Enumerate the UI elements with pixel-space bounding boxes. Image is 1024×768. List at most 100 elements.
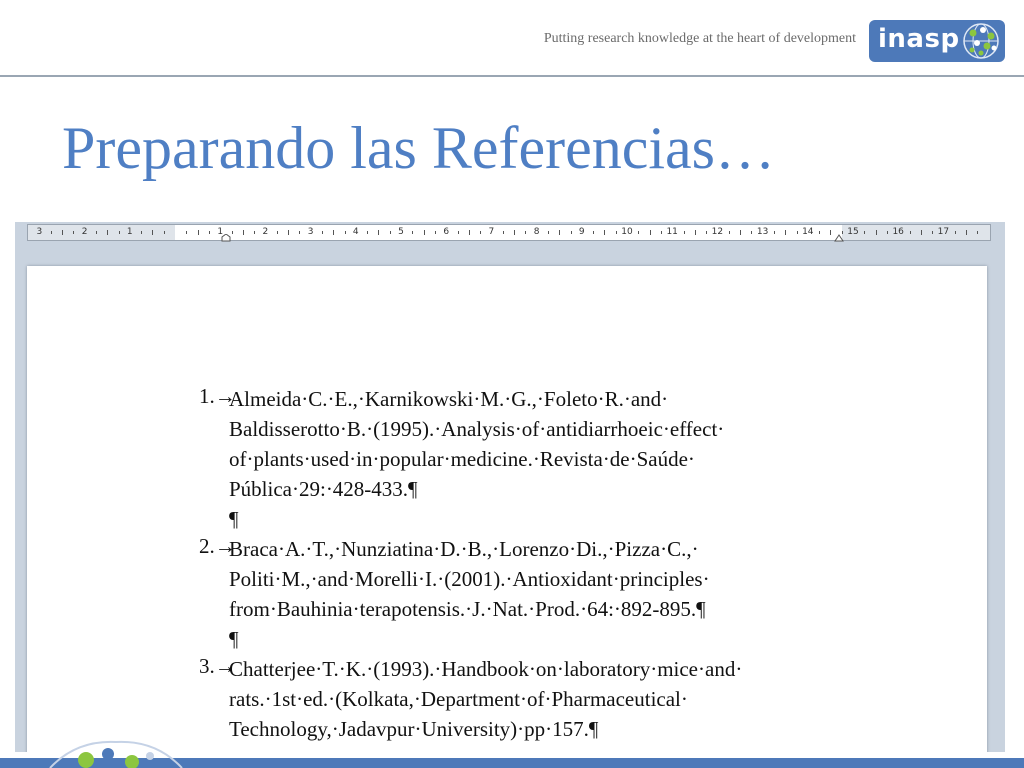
ruler-label: 16 xyxy=(892,227,904,237)
document-screenshot: 3 2 1 1 2 3 4 5 6 7 8 9 10 11 12 13 14 15 16 17 1.→ Almeida·… xyxy=(15,222,1005,752)
ruler-label: 14 xyxy=(802,227,814,237)
ruler-label: 3 xyxy=(307,227,314,237)
slide-title: Preparando las Referencias… xyxy=(62,115,776,181)
reference-item[interactable]: 3.→ Chatterjee·T.·K.·(1993).·Handbook·on·… xyxy=(199,654,839,744)
ruler-tick-mark xyxy=(197,230,199,235)
ruler-label: 10 xyxy=(621,227,633,237)
ruler-tick-mark xyxy=(751,231,753,234)
ruler-tick-mark xyxy=(796,231,798,234)
reference-number: 3.→ xyxy=(199,654,236,678)
ruler-tick-mark xyxy=(62,230,63,235)
reference-number: 2.→ xyxy=(199,534,236,558)
ruler-tick-mark xyxy=(875,230,877,235)
ruler-tick-mark xyxy=(864,231,866,234)
reference-number: 1.→ xyxy=(199,384,236,408)
ruler-tick-mark xyxy=(242,230,244,235)
ruler-tick-mark xyxy=(344,231,346,234)
reference-line: Baldisserotto·B.·(1995).·Analysis·of·ant… xyxy=(229,417,725,441)
ruler-tick-mark xyxy=(457,231,459,234)
ruler-tick-mark xyxy=(434,231,436,234)
reference-line: rats.·1st·ed.·(Kolkata,·Department·of·Ph… xyxy=(229,687,688,711)
ruler-tick-mark xyxy=(728,231,730,234)
ruler-tick-mark xyxy=(932,231,934,234)
reference-line: Chatterjee·T.·K.·(1993).·Handbook·on·lab… xyxy=(229,657,743,681)
ruler-label: 4 xyxy=(352,227,359,237)
ruler-tick-mark xyxy=(819,231,821,234)
tagline: Putting research knowledge at the heart … xyxy=(543,31,856,46)
ruler-tick-mark xyxy=(163,231,165,234)
ruler-label: 6 xyxy=(443,227,450,237)
ruler-label: 8 xyxy=(533,227,540,237)
reference-line: Almeida·C.·E.,·Karnikowski·M.·G.,·Foleto… xyxy=(229,387,669,411)
ruler-label: 1 xyxy=(126,227,133,237)
ruler-tick-mark xyxy=(773,231,775,234)
ruler-tick-mark xyxy=(389,231,391,234)
reference-line: Technology,·Jadavpur·University)·pp·157.… xyxy=(229,717,599,741)
ruler-tick-mark xyxy=(231,231,233,234)
inasp-logo: inasp xyxy=(869,20,1005,62)
ruler-tick-mark xyxy=(73,231,75,234)
reference-line: from·Bauhinia·terapotensis.·J.·Nat.·Prod… xyxy=(229,597,706,621)
ruler-tick-mark xyxy=(604,230,606,235)
ruler-tick-mark xyxy=(615,231,617,234)
ruler-tick-mark xyxy=(276,231,278,234)
header-divider xyxy=(0,75,1024,77)
ruler-tick-mark xyxy=(841,231,843,234)
ruler-tick-mark xyxy=(740,230,741,235)
paragraph-mark: ¶ xyxy=(229,627,239,651)
ruler-tick-mark xyxy=(254,231,256,234)
ruler-tick-mark xyxy=(118,231,120,234)
ruler-tick-mark xyxy=(333,230,335,235)
ruler-label: 15 xyxy=(847,227,859,237)
ruler-tick-mark xyxy=(706,231,708,234)
ruler-tick-mark xyxy=(480,231,482,234)
ruler-tick-mark xyxy=(977,231,979,234)
reference-line: Braca·A.·T.,·Nunziatina·D.·B.,·Lorenzo·D… xyxy=(229,537,699,561)
horizontal-ruler[interactable]: 3 2 1 1 2 3 4 5 6 7 8 9 10 11 12 13 14 15 16 17 xyxy=(27,224,991,242)
reference-list: 1.→ Almeida·C.·E.,·Karnikowski·M.·G.,·Fol… xyxy=(199,384,839,744)
ruler-label: 2 xyxy=(81,227,88,237)
ruler-tick-mark xyxy=(502,231,504,234)
ruler-tick-mark xyxy=(660,231,662,234)
ruler-tick-mark xyxy=(683,231,685,234)
reference-item[interactable]: 2.→ Braca·A.·T.,·Nunziatina·D.·B.,·Lorenz… xyxy=(199,534,839,624)
ruler-tick-mark xyxy=(909,231,911,234)
ruler-label: 7 xyxy=(488,227,495,237)
ruler-tick-mark xyxy=(423,230,425,235)
reference-line: of·plants·used·in·popular·medicine.·Revi… xyxy=(229,447,695,471)
ruler-tick-mark xyxy=(107,230,109,235)
ruler-tick-mark xyxy=(514,230,515,235)
ruler-tick-mark xyxy=(547,231,549,234)
ruler-tick-mark xyxy=(299,231,301,234)
ruler-label: 5 xyxy=(398,227,404,237)
ruler-tick-mark xyxy=(367,231,369,234)
logo-text: inasp xyxy=(878,24,960,54)
ruler-tick-mark xyxy=(378,230,380,235)
ruler-tick-mark xyxy=(694,230,696,235)
ruler-label: 13 xyxy=(756,227,769,237)
ruler-tick-mark xyxy=(593,231,595,234)
ruler-tick-mark xyxy=(186,231,188,234)
reference-item[interactable]: 1.→ Almeida·C.·E.,·Karnikowski·M.·G.,·Fol… xyxy=(199,384,839,504)
ruler-tick-mark xyxy=(208,231,210,234)
reference-line: Politi·M.,·and·Morelli·I.·(2001).·Antiox… xyxy=(229,567,710,591)
ruler-label: 1 xyxy=(217,227,224,237)
globe-icon xyxy=(963,23,999,59)
ruler-tick-mark xyxy=(152,230,154,235)
ruler-tick-mark xyxy=(559,230,561,235)
reference-line: Pública·29:·428-433.¶ xyxy=(229,477,418,501)
right-indent-marker[interactable] xyxy=(834,234,844,242)
ruler-tick-mark xyxy=(321,231,323,234)
ruler-tick-mark xyxy=(468,230,470,235)
paragraph-mark: ¶ xyxy=(229,507,239,531)
network-logo-icon xyxy=(49,740,183,768)
ruler-tick-mark xyxy=(920,230,922,235)
ruler-tick-mark xyxy=(95,231,97,234)
document-page[interactable]: 1.→ Almeida·C.·E.,·Karnikowski·M.·G.,·Fol… xyxy=(27,266,987,752)
ruler-tick-mark xyxy=(638,231,640,234)
ruler-label: 2 xyxy=(262,227,269,237)
ruler-label: 3 xyxy=(36,227,43,237)
ruler-tick-mark xyxy=(954,231,956,234)
ruler-label: 9 xyxy=(578,227,585,237)
ruler-tick-mark xyxy=(525,231,527,234)
